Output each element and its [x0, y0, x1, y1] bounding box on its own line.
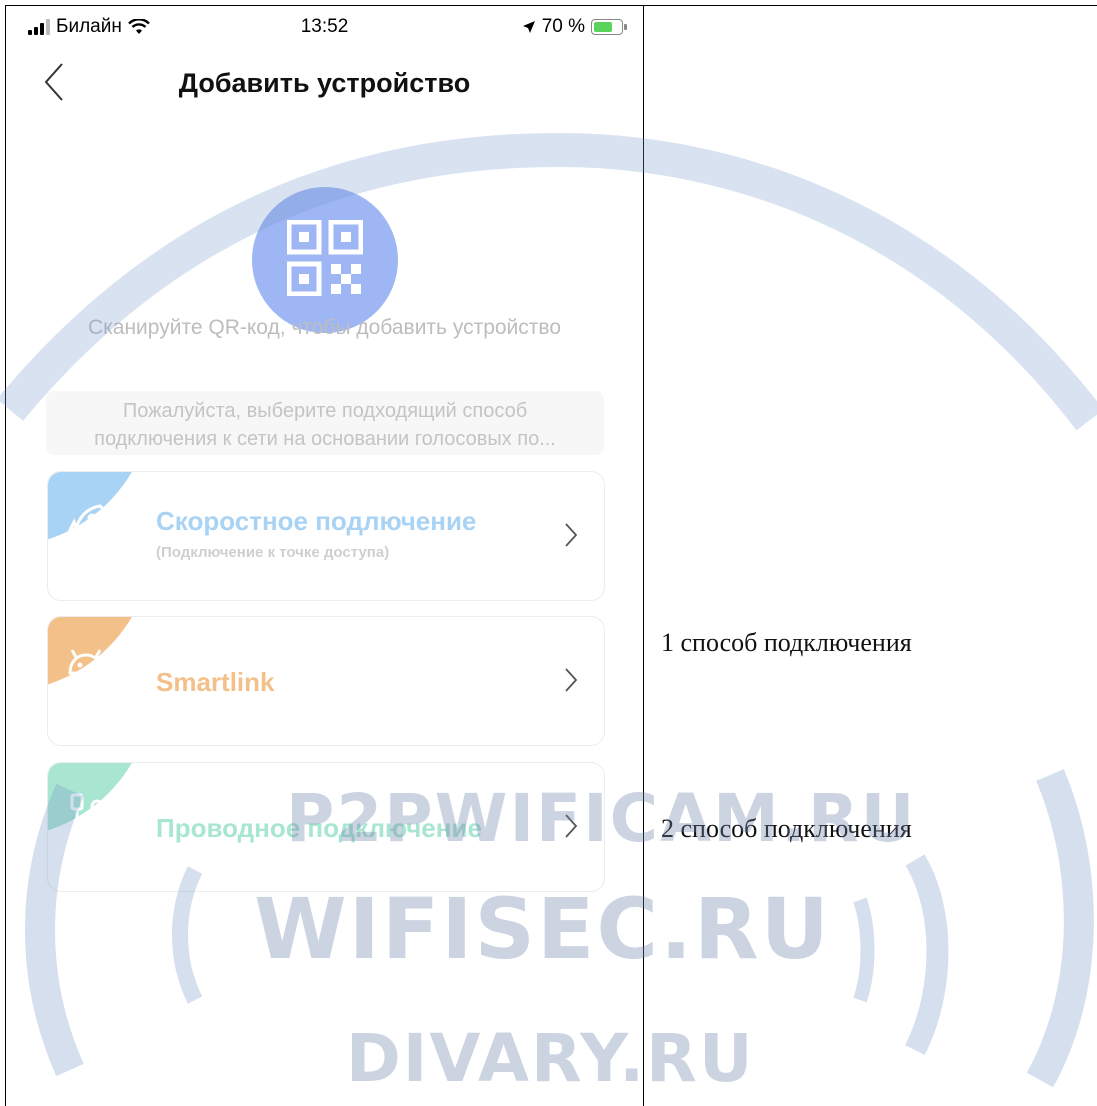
rocket-icon — [67, 504, 106, 543]
battery-percent: 70 % — [541, 16, 585, 37]
android-icon — [68, 649, 104, 675]
status-bar: Билайн 13:52 70 % — [6, 6, 643, 50]
cable-icon — [70, 793, 104, 832]
frame-divider-line — [643, 5, 644, 1106]
hint-line-1: Пожалуйста, выберите подходящий способ — [122, 400, 528, 422]
scan-qr-button[interactable] — [252, 187, 398, 333]
doc-note-2: 2 способ подключения — [661, 814, 912, 843]
option-title: Скоростное подлючение — [156, 506, 477, 536]
scan-qr-caption: Сканируйте QR-код, чтобы добавить устрой… — [87, 316, 562, 339]
option-title: Smartlink — [156, 667, 275, 697]
battery-icon — [591, 19, 627, 35]
chevron-right-icon — [565, 668, 578, 692]
page-title: Добавить устройство — [178, 68, 471, 98]
qr-code-icon — [287, 220, 363, 296]
hint-line-2: подключения к сети на основании голосовы… — [94, 428, 556, 450]
option-smartlink[interactable]: Smartlink — [47, 616, 605, 746]
chevron-right-icon — [565, 523, 578, 547]
hint-box: Пожалуйста, выберите подходящий способ п… — [46, 391, 604, 455]
option-title: Проводное подключение — [156, 813, 482, 843]
phone-screenshot: Билайн 13:52 70 % Добавить устройство Ск… — [6, 6, 643, 1106]
location-arrow-icon — [522, 21, 535, 33]
option-subtitle: (Подключение к точке доступа) — [156, 544, 390, 561]
doc-note-1: 1 способ подключения — [661, 628, 912, 657]
chevron-right-icon — [565, 814, 578, 838]
option-wired-connection[interactable]: Проводное подключение — [47, 762, 605, 892]
navigation-bar: Добавить устройство — [6, 54, 643, 114]
option-fast-connection[interactable]: Скоростное подлючение (Подключение к точ… — [47, 471, 605, 601]
